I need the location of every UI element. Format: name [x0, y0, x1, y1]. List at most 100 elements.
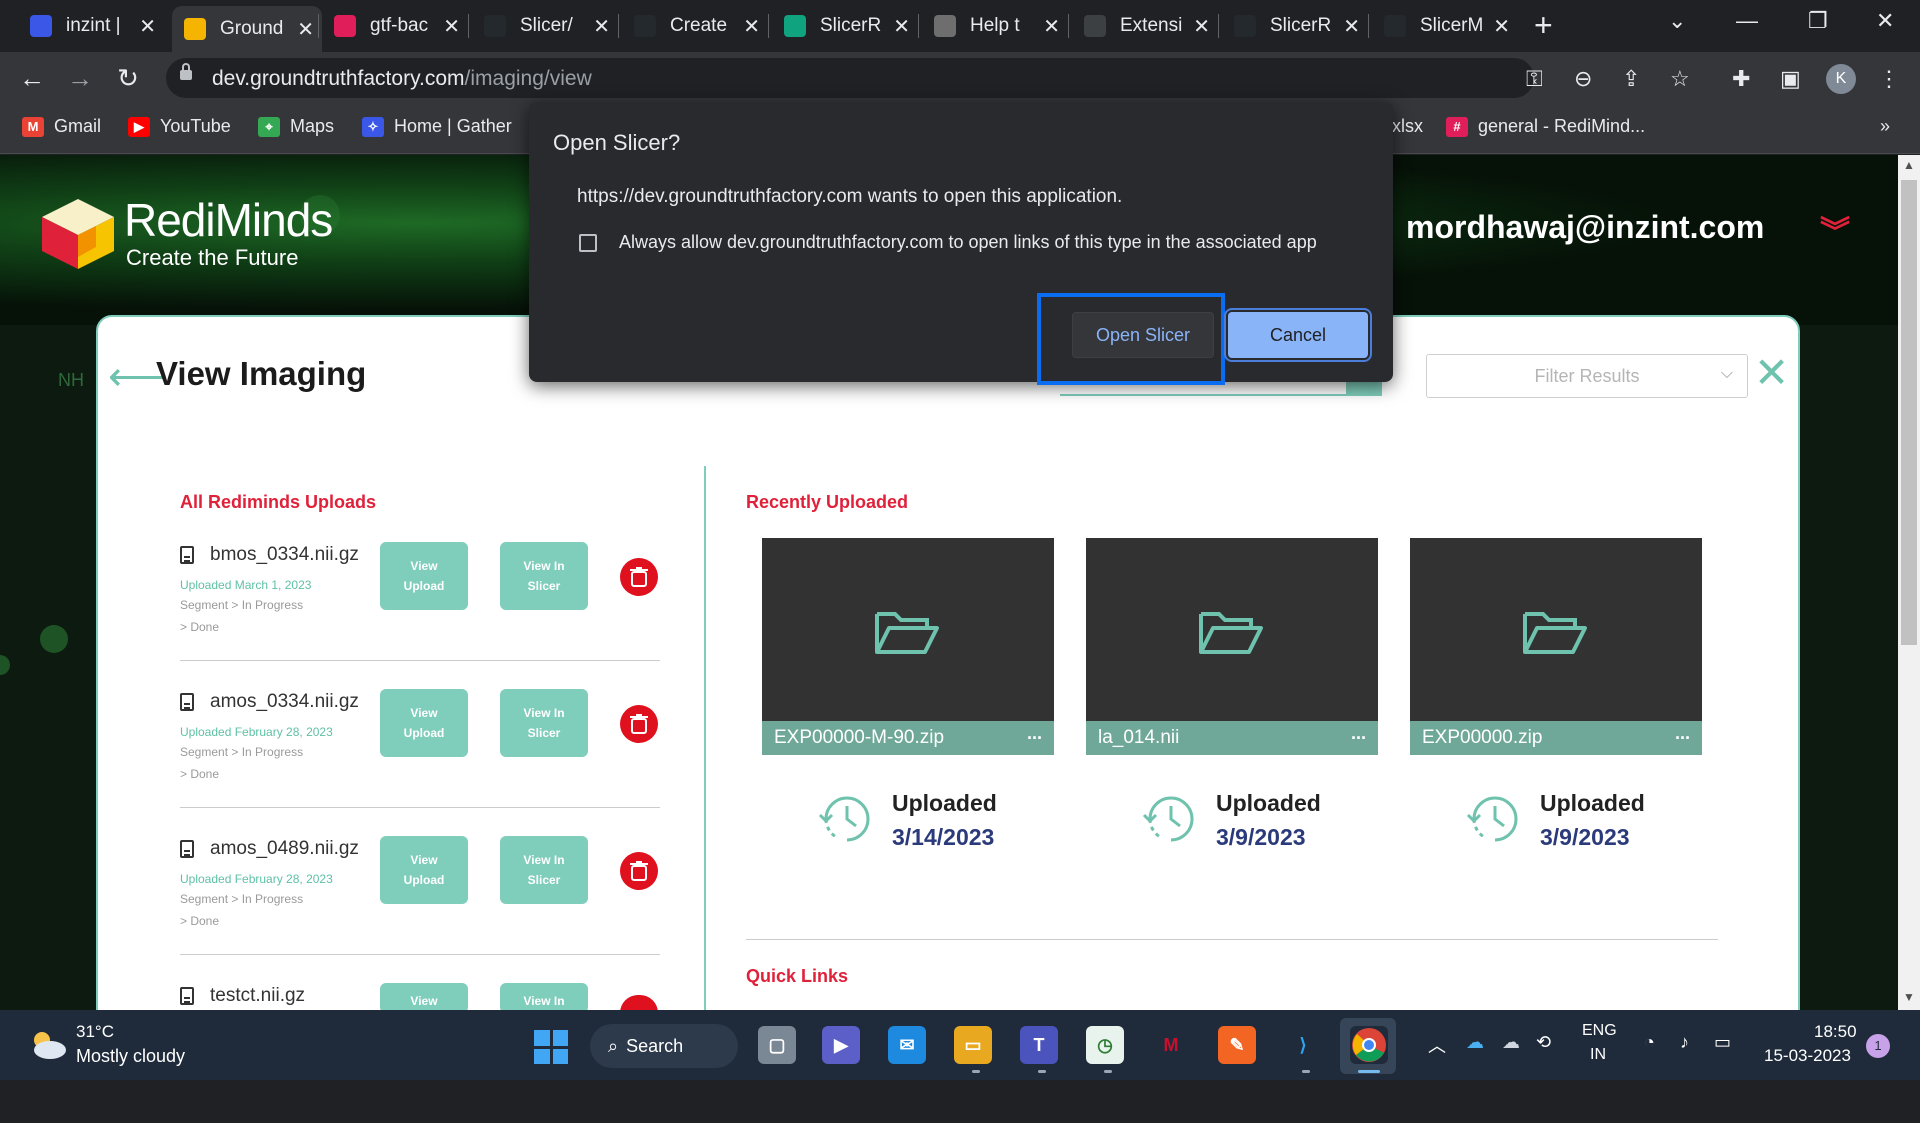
bookmark-gmail[interactable]: M Gmail	[22, 116, 101, 137]
sync-icon[interactable]: ⟲	[1536, 1032, 1551, 1053]
scroll-down-icon[interactable]: ▼	[1903, 990, 1915, 1004]
back-icon[interactable]: ←	[16, 62, 48, 94]
view-in-slicer-button[interactable]: View In Slicer	[500, 836, 588, 904]
recent-file-tile[interactable]: la_014.nii ···	[1086, 538, 1378, 755]
browser-tab[interactable]: Create ✕	[622, 8, 768, 44]
zoom-icon[interactable]: ⊖	[1574, 66, 1592, 92]
always-allow-checkbox[interactable]	[579, 234, 597, 252]
forward-icon[interactable]: →	[64, 62, 96, 94]
profile-avatar[interactable]: K	[1826, 64, 1856, 94]
bookmark-star-icon[interactable]: ☆	[1670, 66, 1690, 92]
region-indicator[interactable]: IN	[1590, 1046, 1606, 1064]
onedrive-error-icon[interactable]: ☁	[1502, 1032, 1520, 1053]
more-bookmarks-icon[interactable]: »	[1880, 116, 1890, 137]
browser-tab[interactable]: SlicerM ✕	[1372, 8, 1518, 44]
browser-tab[interactable]: inzint | ✕	[18, 8, 164, 44]
more-options-icon[interactable]: ···	[1027, 728, 1043, 749]
open-slicer-button[interactable]: Open Slicer	[1072, 312, 1214, 358]
new-tab-button[interactable]: +	[1534, 9, 1553, 41]
close-tab-icon[interactable]: ✕	[443, 14, 460, 39]
more-options-icon[interactable]: ···	[1351, 728, 1367, 749]
minimize-icon[interactable]: —	[1736, 8, 1758, 34]
close-tab-icon[interactable]: ✕	[1193, 14, 1210, 39]
language-indicator[interactable]: ENG	[1582, 1022, 1617, 1040]
url-text[interactable]: dev.groundtruthfactory.com/imaging/view	[212, 67, 592, 91]
key-icon[interactable]: ⚿	[1526, 66, 1543, 92]
clock-date[interactable]: 15-03-2023	[1764, 1046, 1851, 1066]
weather-temperature[interactable]: 31°C	[76, 1022, 114, 1042]
task-view-icon[interactable]: ▢	[758, 1026, 796, 1064]
view-in-slicer-button[interactable]: View In	[500, 983, 588, 1013]
scroll-up-icon[interactable]: ▲	[1903, 158, 1915, 172]
close-window-icon[interactable]: ✕	[1876, 8, 1894, 34]
maximize-icon[interactable]: ❐	[1808, 8, 1828, 34]
share-icon[interactable]: ⇪	[1622, 66, 1640, 92]
bookmark-xlsx[interactable]: xlsx	[1392, 116, 1423, 137]
recent-file-tile[interactable]: EXP00000.zip ···	[1410, 538, 1702, 755]
user-menu-chevron-icon[interactable]: ︾	[1820, 207, 1850, 251]
battery-icon[interactable]: ▭	[1714, 1032, 1731, 1053]
teams-chat-icon[interactable]: ▶	[822, 1026, 860, 1064]
delete-button[interactable]	[620, 558, 658, 596]
bookmark-gather[interactable]: ✧ Home | Gather	[362, 116, 512, 137]
side-panel-icon[interactable]: ▣	[1780, 66, 1801, 92]
windows-start-icon[interactable]	[534, 1030, 568, 1064]
reload-icon[interactable]: ↻	[112, 62, 144, 94]
view-upload-button[interactable]: View Upload	[380, 542, 468, 610]
always-allow-label[interactable]: Always allow dev.groundtruthfactory.com …	[619, 232, 1317, 253]
close-tab-icon[interactable]: ✕	[893, 14, 910, 39]
teams-icon[interactable]: T	[1020, 1026, 1058, 1064]
cloudy-weather-icon[interactable]	[28, 1028, 68, 1060]
user-email[interactable]: mordhawaj@inzint.com	[1406, 209, 1764, 246]
browser-tab[interactable]: Help t ✕	[922, 8, 1068, 44]
filter-results-select[interactable]: Filter Results ⌵	[1426, 354, 1748, 398]
delete-button[interactable]	[620, 705, 658, 743]
volume-icon[interactable]: ♪	[1680, 1032, 1689, 1053]
weather-description[interactable]: Mostly cloudy	[76, 1046, 185, 1067]
bookmark-maps[interactable]: ⌖ Maps	[258, 116, 334, 137]
close-tab-icon[interactable]: ✕	[1043, 14, 1060, 39]
more-options-icon[interactable]: ···	[1675, 728, 1691, 749]
tab-search-icon[interactable]: ⌄	[1668, 8, 1686, 34]
close-tab-icon[interactable]: ✕	[297, 17, 314, 42]
view-upload-button[interactable]: View Upload	[380, 689, 468, 757]
clock-time[interactable]: 18:50	[1814, 1022, 1857, 1042]
menu-kebab-icon[interactable]: ⋮	[1878, 66, 1900, 92]
notification-badge[interactable]: 1	[1866, 1034, 1890, 1058]
lock-icon[interactable]	[180, 63, 192, 80]
scrollbar-thumb[interactable]	[1901, 180, 1917, 645]
close-icon[interactable]: ✕	[1754, 352, 1789, 394]
mail-icon[interactable]: ✉	[888, 1026, 926, 1064]
close-tab-icon[interactable]: ✕	[139, 14, 156, 39]
clock-app-icon[interactable]: ◷	[1086, 1026, 1124, 1064]
extensions-icon[interactable]: ✚	[1732, 66, 1750, 92]
onedrive-icon[interactable]: ☁	[1466, 1032, 1484, 1053]
recent-file-tile[interactable]: EXP00000-M-90.zip ···	[762, 538, 1054, 755]
chrome-icon[interactable]	[1350, 1026, 1388, 1064]
wifi-icon[interactable]: ◔	[1644, 1032, 1655, 1053]
browser-tab[interactable]: Slicer/ ✕	[472, 8, 618, 44]
cancel-button[interactable]: Cancel	[1224, 308, 1372, 362]
vscode-icon[interactable]: ⟩	[1284, 1026, 1322, 1064]
view-in-slicer-button[interactable]: View In Slicer	[500, 689, 588, 757]
browser-tab[interactable]: Ground ✕	[172, 6, 322, 52]
browser-tab[interactable]: SlicerR ✕	[772, 8, 918, 44]
close-tab-icon[interactable]: ✕	[593, 14, 610, 39]
taskbar-search[interactable]: ⌕ Search	[590, 1024, 738, 1068]
browser-tab[interactable]: gtf-bac ✕	[322, 8, 468, 44]
close-tab-icon[interactable]: ✕	[1343, 14, 1360, 39]
browser-tab[interactable]: Extensi ✕	[1072, 8, 1218, 44]
bookmark-youtube[interactable]: ▶ YouTube	[128, 116, 231, 137]
view-upload-button[interactable]: View	[380, 983, 468, 1013]
postman-icon[interactable]: ✎	[1218, 1026, 1256, 1064]
close-tab-icon[interactable]: ✕	[1493, 14, 1510, 39]
delete-button[interactable]	[620, 852, 658, 890]
view-upload-button[interactable]: View Upload	[380, 836, 468, 904]
tray-overflow-icon[interactable]: ︿	[1428, 1032, 1446, 1058]
file-explorer-icon[interactable]: ▭	[954, 1026, 992, 1064]
view-in-slicer-button[interactable]: View In Slicer	[500, 542, 588, 610]
close-tab-icon[interactable]: ✕	[743, 14, 760, 39]
bookmark-general-slack[interactable]: # general - RediMind...	[1446, 116, 1645, 137]
browser-tab[interactable]: SlicerR ✕	[1222, 8, 1368, 44]
mcafee-icon[interactable]: M	[1152, 1026, 1190, 1064]
